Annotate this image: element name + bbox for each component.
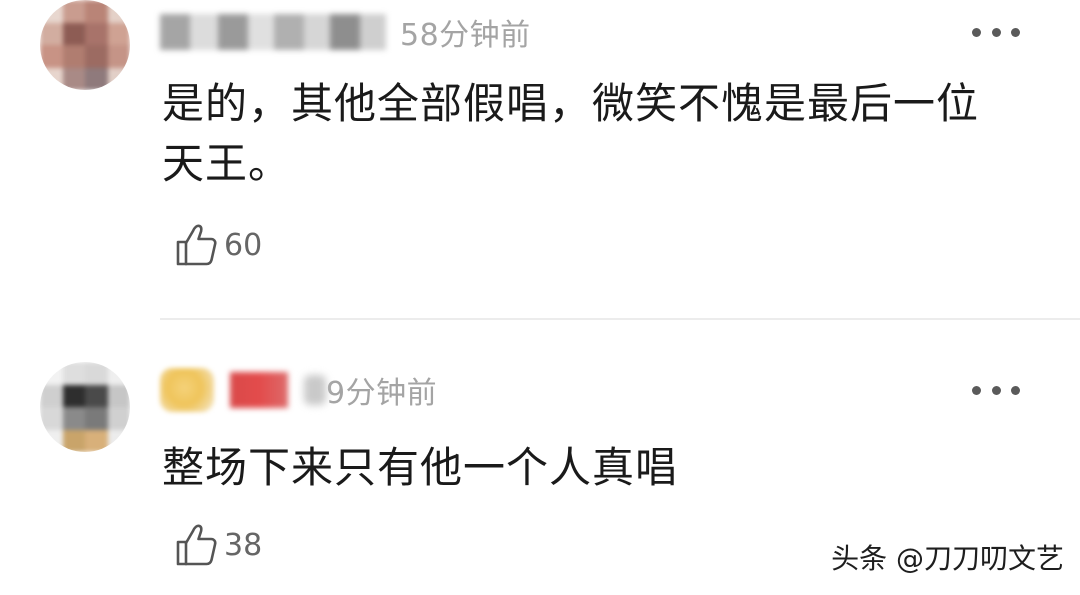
- comment-time: 58分钟前: [400, 18, 531, 53]
- avatar[interactable]: [40, 0, 130, 90]
- comment-item: 58分钟前 是的，其他全部假唱，微笑不愧是最后一位 天王。 60: [0, 0, 1080, 318]
- comment-header: 58分钟前: [160, 10, 531, 54]
- like-button[interactable]: 38: [174, 522, 262, 568]
- comment-header: 9分钟前: [160, 368, 437, 412]
- blurred-username[interactable]: [160, 14, 386, 50]
- thumbs-up-icon: [176, 524, 217, 566]
- comment-time: 9分钟前: [326, 376, 438, 411]
- avatar[interactable]: [40, 362, 130, 452]
- thumbs-up-icon: [176, 224, 217, 266]
- watermark: 头条 @刀刀叨文艺: [831, 542, 1064, 575]
- more-dots-icon[interactable]: [972, 382, 1020, 398]
- comment-list: 58分钟前 是的，其他全部假唱，微笑不愧是最后一位 天王。 60 9分钟前 整场…: [0, 0, 1080, 595]
- like-button[interactable]: 60: [174, 222, 262, 268]
- comment-text: 整场下来只有他一个人真唱: [162, 438, 1022, 498]
- blurred-emoji-icon: [160, 368, 214, 412]
- comment-text-line: 是的，其他全部假唱，微笑不愧是最后一位: [162, 79, 980, 128]
- comment-text-line: 整场下来只有他一个人真唱: [162, 443, 679, 492]
- comment-text-line: 天王。: [162, 139, 292, 188]
- blurred-flag-icon: [230, 372, 288, 408]
- like-count: 38: [224, 527, 263, 563]
- like-count: 60: [224, 227, 263, 263]
- blurred-digit: [304, 375, 326, 405]
- more-dots-icon[interactable]: [972, 24, 1020, 40]
- comment-text: 是的，其他全部假唱，微笑不愧是最后一位 天王。: [162, 74, 1022, 194]
